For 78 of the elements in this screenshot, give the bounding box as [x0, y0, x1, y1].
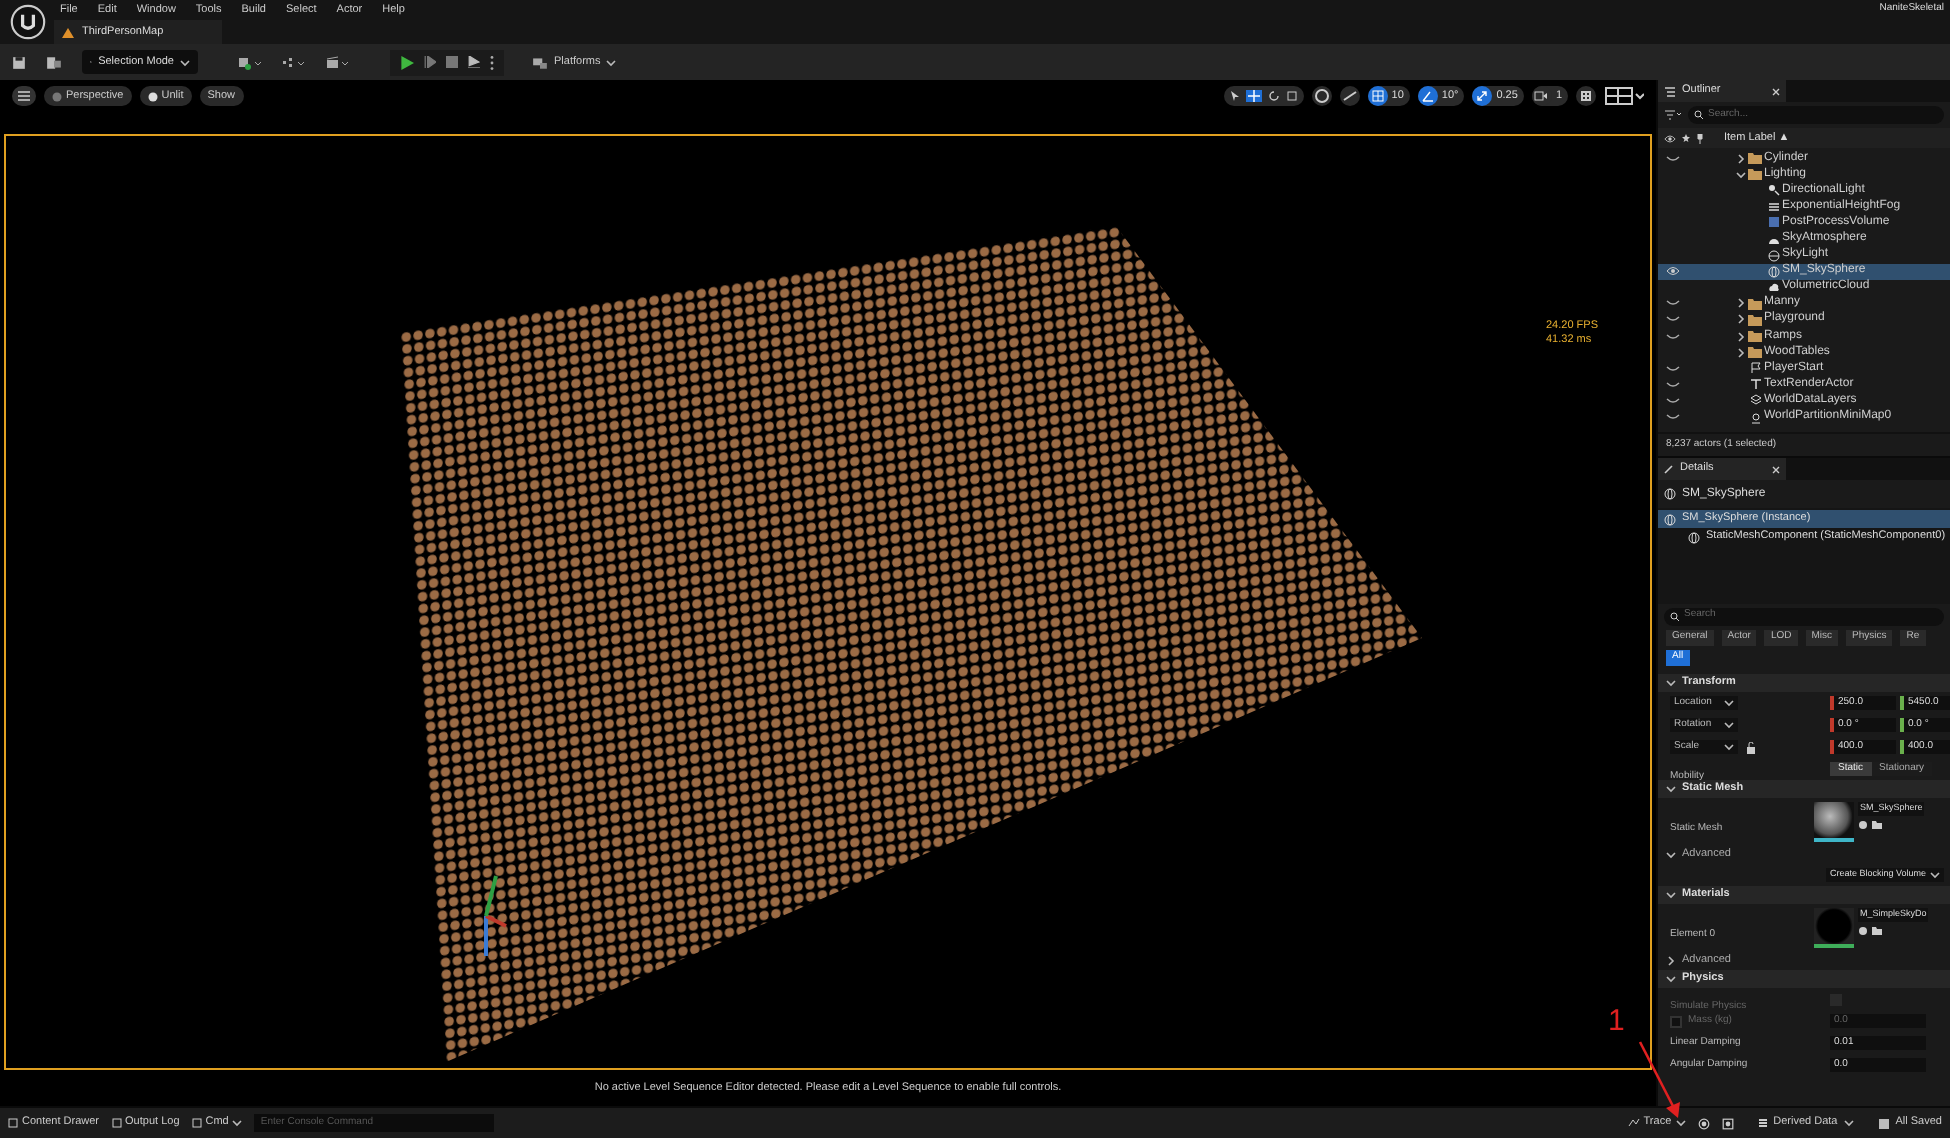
- drawer-icon: [8, 1118, 18, 1128]
- caret-icon[interactable]: [1930, 870, 1941, 880]
- database-icon: [1757, 1117, 1768, 1129]
- text-icon: [1749, 378, 1761, 391]
- content-icon[interactable]: [46, 55, 62, 69]
- browse-icon[interactable]: [1858, 820, 1868, 830]
- pin-icon: [1696, 133, 1704, 143]
- folder-icon[interactable]: [1872, 820, 1882, 830]
- scale-tool-icon: [1285, 90, 1298, 102]
- globe-icon[interactable]: [1311, 86, 1332, 106]
- screenshot-icon[interactable]: [1721, 1117, 1734, 1129]
- sphere-thumbnail: [1814, 802, 1854, 842]
- step-icon[interactable]: [424, 56, 436, 68]
- caret-icon[interactable]: [1724, 720, 1734, 730]
- search-icon: [1694, 110, 1704, 120]
- layout-icon[interactable]: [1576, 86, 1596, 106]
- trace-icon: [1627, 1118, 1640, 1128]
- folder-icon[interactable]: [1872, 926, 1882, 936]
- sky-icon: [1767, 233, 1779, 246]
- axis-gizmo-icon: [484, 875, 507, 956]
- shading-icon: [147, 91, 158, 101]
- viewport-layout-icon[interactable]: [1604, 86, 1644, 106]
- menu-icon[interactable]: [12, 86, 36, 106]
- close-icon: [1772, 87, 1780, 95]
- star-icon: [1682, 134, 1690, 142]
- material-thumbnail: [1814, 908, 1854, 948]
- closed-eye-icon[interactable]: [1665, 155, 1679, 162]
- sphere-icon: [1664, 488, 1676, 500]
- pencil-icon: [1664, 464, 1674, 474]
- record-icon[interactable]: [1697, 1117, 1710, 1129]
- lock-icon[interactable]: [1746, 741, 1756, 753]
- globe-icon: [1767, 249, 1779, 262]
- perspective-icon: [52, 91, 62, 101]
- closed-eye-icon[interactable]: [1665, 381, 1679, 388]
- caret-icon[interactable]: [180, 57, 190, 67]
- closed-eye-icon[interactable]: [1665, 300, 1679, 307]
- filter-icon[interactable]: [1664, 110, 1682, 120]
- rotate-icon: [1267, 90, 1280, 102]
- terminal-icon: [191, 1118, 202, 1128]
- light-icon: [1767, 184, 1779, 197]
- annotation-number: 1: [1608, 1006, 1625, 1036]
- map-tab-icon: [62, 27, 74, 37]
- play-icon[interactable]: [400, 55, 414, 69]
- sphere-icon: [1688, 531, 1700, 543]
- log-icon: [111, 1118, 122, 1128]
- closed-eye-icon[interactable]: [1665, 414, 1679, 421]
- cloud-icon: [1767, 281, 1779, 294]
- select-icon: [1229, 90, 1240, 102]
- closed-eye-icon[interactable]: [1665, 397, 1679, 404]
- closed-eye-icon[interactable]: [1665, 365, 1679, 372]
- eye-icon: [1664, 133, 1676, 143]
- outliner-icon: [1664, 85, 1676, 97]
- closed-eye-icon[interactable]: [1665, 333, 1679, 340]
- flag-icon: [1749, 362, 1761, 375]
- layers-icon: [1749, 394, 1761, 407]
- transform-tools[interactable]: [1223, 86, 1304, 106]
- sphere-icon: [1767, 265, 1779, 278]
- caret-icon[interactable]: [1675, 1118, 1686, 1128]
- search-icon: [1670, 611, 1680, 621]
- caret-icon[interactable]: [606, 57, 617, 67]
- caret-icon[interactable]: [1724, 742, 1734, 752]
- caret-icon[interactable]: [1724, 698, 1734, 708]
- volume-icon: [1767, 216, 1779, 229]
- close-icon: [1772, 465, 1780, 473]
- browse-icon[interactable]: [1858, 926, 1868, 936]
- caret-icon[interactable]: [232, 1118, 243, 1128]
- eye-icon[interactable]: [1665, 266, 1679, 277]
- eject-icon[interactable]: [468, 56, 480, 68]
- caret-icon[interactable]: [1843, 1118, 1854, 1128]
- move-icon: [1247, 90, 1260, 102]
- closed-eye-icon[interactable]: [1665, 316, 1679, 323]
- sphere-icon: [1664, 513, 1676, 525]
- surface-snap-icon[interactable]: [1339, 86, 1360, 106]
- save-icon[interactable]: [12, 55, 26, 69]
- fog-icon: [1767, 200, 1779, 213]
- save-icon: [1877, 1117, 1890, 1129]
- platforms-icon: [532, 55, 548, 69]
- map-icon: [1749, 411, 1761, 424]
